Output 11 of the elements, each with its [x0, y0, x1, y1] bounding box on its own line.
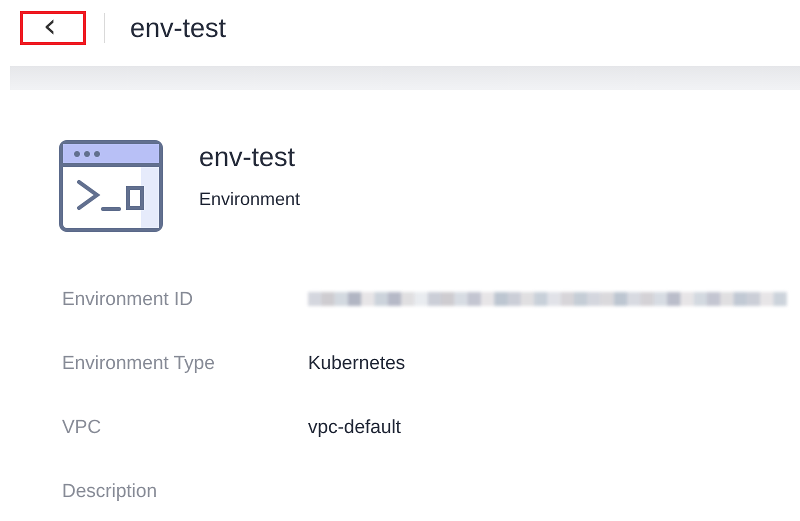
terminal-window-icon	[59, 140, 163, 232]
field-value: Kubernetes	[308, 353, 406, 375]
environment-type-caption: Environment	[199, 189, 300, 210]
back-button[interactable]: ‹	[20, 11, 86, 45]
field-label: Environment Type	[62, 353, 216, 375]
field-label: Description	[62, 481, 158, 503]
field-value: vpc-default	[308, 417, 401, 439]
page-title: env-test	[130, 12, 226, 44]
field-label: Environment ID	[62, 289, 194, 311]
environment-name: env-test	[199, 142, 296, 173]
field-label: VPC	[62, 417, 102, 439]
